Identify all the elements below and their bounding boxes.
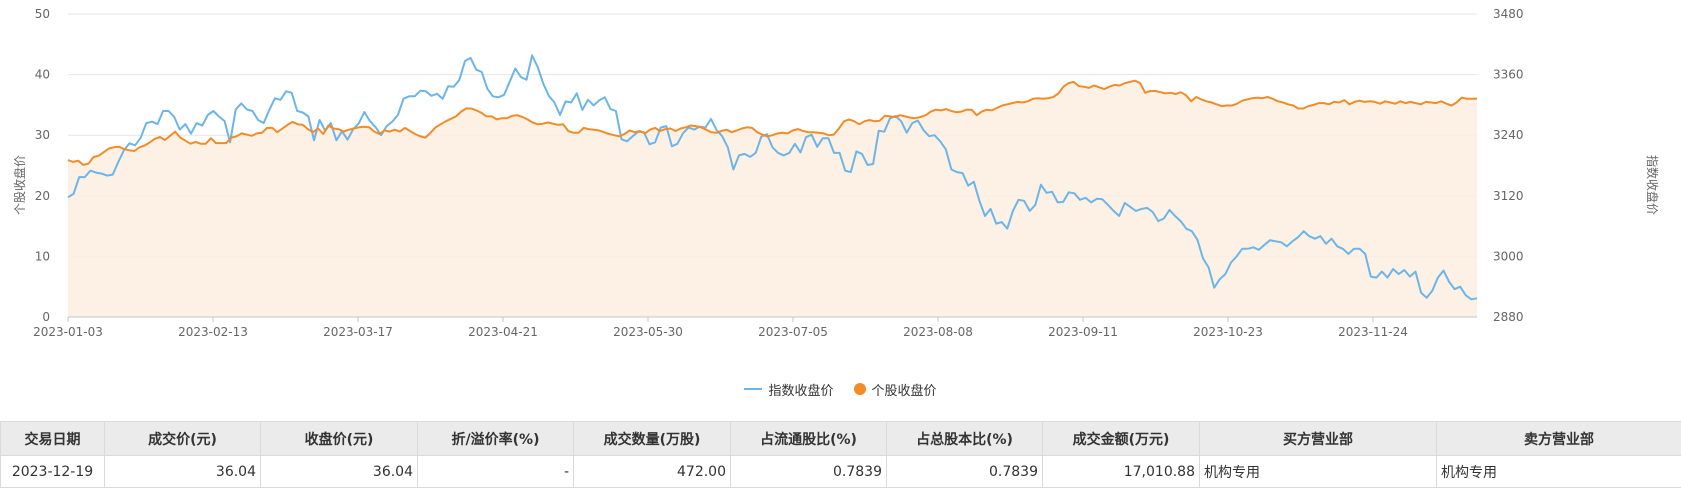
header-buyer: 买方营业部 [1200,422,1437,456]
cell-trade-price: 36.04 [105,456,261,488]
price-chart: 0 10 20 30 40 50 2880 3000 3120 3240 3360 3480 2023-… [0,0,1681,370]
cell-buyer: 机构专用 [1200,456,1437,488]
y-axis-right-title: 指数收盘价 [1645,155,1660,215]
y-tick-left: 20 [35,189,50,203]
y-tick-right: 2880 [1493,310,1524,324]
cell-close-price: 36.04 [261,456,418,488]
y-tick-right: 3480 [1493,7,1524,21]
y-tick-right: 3360 [1493,68,1524,82]
cell-premium-rate: - [418,456,574,488]
block-trade-table: 交易日期 成交价(元) 收盘价(元) 折/溢价率(%) 成交数量(万股) 占流通… [0,421,1681,488]
chart-legend: 指数收盘价 个股收盘价 [0,379,1681,399]
cell-float-ratio: 0.7839 [731,456,887,488]
header-volume: 成交数量(万股) [574,422,731,456]
x-tick-label: 2023-09-11 [1048,325,1118,339]
x-tick-label: 2023-01-03 [33,325,103,339]
cell-amount: 17,010.88 [1043,456,1200,488]
legend-item-index[interactable]: 指数收盘价 [744,380,833,399]
x-tick-label: 2023-07-05 [758,325,828,339]
header-trade-price: 成交价(元) [105,422,261,456]
x-tick-label: 2023-05-30 [613,325,683,339]
y-tick-left: 30 [35,128,50,142]
header-close-price: 收盘价(元) [261,422,418,456]
cell-total-ratio: 0.7839 [887,456,1043,488]
y-tick-left: 50 [35,7,50,21]
legend-label-index: 指数收盘价 [768,380,833,399]
x-tick-label: 2023-10-23 [1193,325,1263,339]
legend-dot-icon [854,383,866,395]
table-row: 2023-12-19 36.04 36.04 - 472.00 0.7839 0… [1,456,1681,488]
stock-close-area [68,81,1477,317]
header-trade-date: 交易日期 [1,422,105,456]
cell-trade-date: 2023-12-19 [1,456,105,488]
x-tick-label: 2023-04-21 [468,325,538,339]
header-float-ratio: 占流通股比(%) [731,422,887,456]
header-total-ratio: 占总股本比(%) [887,422,1043,456]
y-tick-right: 3240 [1493,128,1524,142]
table-header-row: 交易日期 成交价(元) 收盘价(元) 折/溢价率(%) 成交数量(万股) 占流通… [1,422,1681,456]
y-tick-right: 3000 [1493,249,1524,263]
x-tick-label: 2023-02-13 [178,325,248,339]
legend-item-stock[interactable]: 个股收盘价 [854,380,937,399]
header-seller: 卖方营业部 [1437,422,1681,456]
cell-volume: 472.00 [574,456,731,488]
legend-line-icon [744,388,762,390]
y-tick-right: 3120 [1493,189,1524,203]
x-tick-label: 2023-11-24 [1338,325,1408,339]
y-axis-left-title: 个股收盘价 [12,155,27,215]
legend-label-stock: 个股收盘价 [872,380,937,399]
header-premium-rate: 折/溢价率(%) [418,422,574,456]
x-tick-label: 2023-08-08 [903,325,973,339]
y-tick-left: 0 [42,310,50,324]
cell-seller: 机构专用 [1437,456,1681,488]
header-amount: 成交金额(万元) [1043,422,1200,456]
y-tick-left: 40 [35,68,50,82]
y-tick-left: 10 [35,249,50,263]
x-tick-label: 2023-03-17 [323,325,393,339]
